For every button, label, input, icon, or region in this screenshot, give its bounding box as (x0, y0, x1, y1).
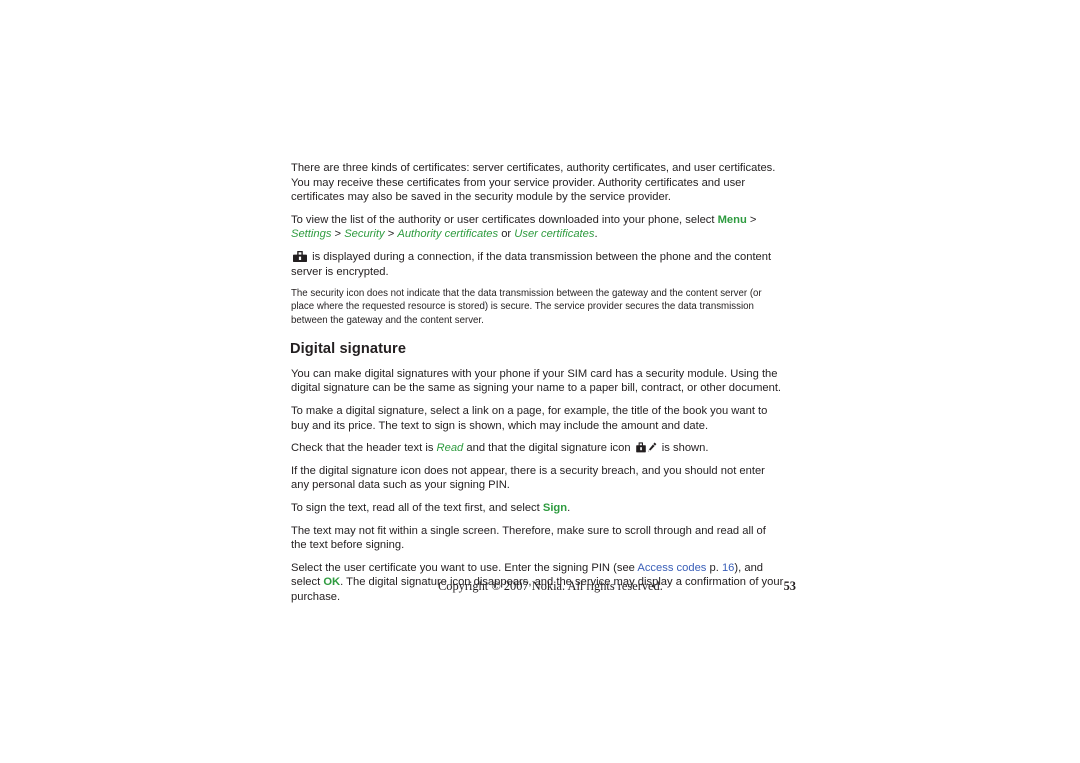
digital-signature-icon-tail-text: is shown. (658, 442, 709, 455)
paragraph-make-signatures: You can make digital signatures with you… (291, 367, 782, 395)
menu-path-authority-certificates: Authority certificates (397, 228, 499, 241)
paragraph-trailing-period: . (567, 501, 571, 514)
footer-copyright: Copyright © 2007 Nokia. All rights reser… (438, 579, 663, 593)
paragraph-certificate-kinds: There are three kinds of certificates: s… (291, 162, 776, 204)
cross-reference-page-number[interactable]: 16 (722, 562, 734, 574)
menu-path-separator: > (331, 228, 345, 241)
page-footer: Copyright © 2007 Nokia. All rights reser… (438, 578, 796, 594)
command-ok: OK (323, 576, 341, 589)
paragraph-sign-the-text: To sign the text, read all of the text f… (291, 501, 784, 516)
paragraph-lead-text: To view the list of the authority or use… (291, 213, 718, 226)
paragraph-view-certificate-list: To view the list of the authority or use… (291, 213, 784, 242)
paragraph-icon-missing-warning: If the digital signature icon does not a… (291, 464, 765, 492)
menu-path-separator: > (384, 228, 398, 241)
command-sign: Sign (542, 501, 568, 514)
security-lock-icon (293, 250, 307, 262)
document-page: There are three kinds of certificates: s… (0, 0, 1080, 763)
text-column: There are three kinds of certificates: s… (290, 161, 784, 612)
menu-path-security: Security (344, 228, 385, 241)
paragraph-check-header-text: Check that the header text is Read and t… (291, 441, 784, 456)
paragraph-make-a-signature: To make a digital signature, select a li… (291, 404, 768, 432)
menu-path-user-certificates: User certificates (514, 228, 595, 241)
paragraph-lead-text: Check that the header text is (291, 442, 437, 455)
paragraph-scroll-instruction: The text may not fit within a single scr… (291, 524, 766, 552)
menu-path-separator: > (746, 213, 757, 226)
note-security-icon-disclaimer: The security icon does not indicate that… (291, 288, 762, 326)
paragraph-lead-text: To sign the text, read all of the text f… (291, 501, 543, 514)
cross-reference-page-label: p. (706, 561, 722, 574)
paragraph-mid-text: and that the digital signature icon (463, 442, 634, 455)
menu-path-conjunction: or (498, 228, 515, 241)
digital-signature-icon (635, 442, 657, 453)
menu-path-menu: Menu (717, 213, 747, 226)
menu-path-settings: Settings (291, 228, 332, 241)
paragraph-lead-text: Select the user certificate you want to … (291, 561, 638, 574)
footer-page-number: 53 (783, 579, 796, 593)
paragraph-security-icon-description: is displayed during a connection, if the… (291, 250, 784, 279)
cross-reference-access-codes[interactable]: Access codes (637, 562, 706, 574)
security-icon-text: is displayed during a connection, if the… (291, 250, 772, 278)
paragraph-trailing-period: . (594, 228, 598, 241)
page-heading-digital-signature: Digital signature (290, 340, 407, 357)
header-text-read: Read (436, 442, 464, 455)
